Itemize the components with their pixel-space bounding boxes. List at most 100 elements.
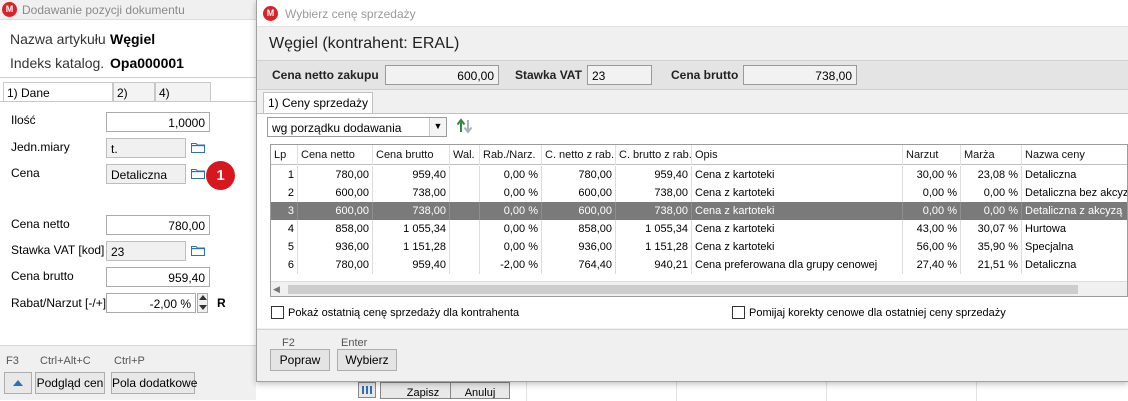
tab-sales-prices[interactable]: 1) Ceny sprzedaży	[263, 92, 374, 114]
table-cell: Cena z kartoteki	[692, 238, 903, 256]
show-last-price-label[interactable]: Pokaż ostatnią cenę sprzedaży dla kontra…	[288, 307, 519, 319]
quantity-label: Ilość	[11, 113, 36, 127]
gross-value: 738,00	[743, 65, 857, 85]
table-cell: 936,00	[542, 238, 616, 256]
grid-line	[976, 381, 977, 401]
tab-excise[interactable]: 4) Akcyza	[155, 82, 211, 114]
net-price-input[interactable]: 780,00	[106, 215, 210, 235]
col-header-lp[interactable]: Lp	[271, 145, 298, 165]
table-cell: 940,21	[616, 256, 692, 274]
table-header: Lp Cena netto Cena brutto Wal. Rab./Narz…	[271, 145, 1127, 165]
col-header-gross-after-discount[interactable]: C. brutto z rab.	[616, 145, 692, 165]
price-label: Cena	[11, 166, 40, 180]
table-row[interactable]: 6 780,00 959,40 -2,00 % 764,40 940,21 Cena pre…	[271, 256, 1127, 274]
collapse-button[interactable]	[4, 372, 32, 394]
col-header-net-price[interactable]: Cena netto	[298, 145, 373, 165]
app-logo-icon: M	[263, 6, 278, 21]
show-last-price-checkbox[interactable]	[271, 306, 284, 319]
spin-up-icon[interactable]	[199, 295, 207, 300]
columns-icon[interactable]	[358, 382, 376, 398]
table-row[interactable]: 5 936,00 1 151,28 0,00 % 936,00 1 151,28 Cena …	[271, 238, 1127, 256]
unit-field[interactable]: t.	[106, 138, 186, 158]
table-cell: Detaliczna	[1022, 166, 1127, 184]
grid-line	[526, 381, 527, 401]
vat-field[interactable]: 23	[106, 241, 186, 261]
preview-prices-button[interactable]: Podgląd cen	[35, 372, 105, 394]
table-cell: 738,00	[373, 184, 450, 202]
dialog-titlebar: M Wybierz cenę sprzedaży	[257, 0, 1128, 27]
extra-fields-button[interactable]: Pola dodatkowe	[111, 372, 197, 394]
background-titlebar: M Dodawanie pozycji dokumentu	[0, 0, 256, 20]
background-footer: F3 Ctrl+Alt+C Ctrl+P Podgląd cen Pola do…	[0, 345, 256, 400]
table-cell	[450, 184, 480, 202]
order-select[interactable]: wg porządku dodawania ▼	[267, 117, 447, 137]
background-window: M Dodawanie pozycji dokumentu Nazwa arty…	[0, 0, 256, 400]
scroll-left-icon[interactable]: ◀	[273, 284, 280, 295]
col-header-net-after-discount[interactable]: C. netto z rab.	[542, 145, 616, 165]
scroll-thumb[interactable]	[288, 285, 1078, 294]
divider	[0, 77, 256, 78]
article-name-value: Węgiel	[110, 31, 156, 47]
table-cell: 0,00 %	[480, 238, 542, 256]
col-header-discount[interactable]: Rab./Narz.	[480, 145, 542, 165]
table-cell: Specjalna	[1022, 238, 1127, 256]
table-cell: Cena z kartoteki	[692, 202, 903, 220]
dialog-heading: Węgiel (kontrahent: ERAL)	[269, 35, 460, 52]
col-header-gross-price[interactable]: Cena brutto	[373, 145, 450, 165]
chevron-down-icon[interactable]: ▼	[429, 118, 446, 136]
grid-line	[676, 381, 677, 401]
vat-rate-label: Stawka VAT	[515, 68, 582, 82]
table-cell: 738,00	[616, 202, 692, 220]
table-cell: 1	[271, 166, 298, 184]
table-cell: Cena z kartoteki	[692, 166, 903, 184]
price-folder-icon[interactable]	[191, 168, 205, 179]
gross-price-label: Cena brutto	[11, 269, 74, 283]
spin-down-icon[interactable]	[199, 305, 207, 310]
table-row[interactable]: 4 858,00 1 055,34 0,00 % 858,00 1 055,34 Cena …	[271, 220, 1127, 238]
tab-other[interactable]: 2) Inne	[113, 82, 155, 114]
price-summary-strip: Cena netto zakupu 600,00 Stawka VAT 23 C…	[257, 60, 1128, 90]
table-row[interactable]: 1 780,00 959,40 0,00 % 780,00 959,40 Cena z ka…	[271, 166, 1127, 184]
table-cell: 1 055,34	[373, 220, 450, 238]
background-window-title: Dodawanie pozycji dokumentu	[22, 3, 185, 17]
background-tabs: 1) Dane podstawowe 2) Inne 4) Akcyza	[0, 82, 256, 114]
shortcut-ctrl-alt-c: Ctrl+Alt+C	[40, 355, 91, 367]
tab-basic-data[interactable]: 1) Dane podstawowe	[3, 82, 113, 114]
col-header-margin[interactable]: Marża	[961, 145, 1022, 165]
table-cell: 21,51 %	[961, 256, 1022, 274]
table-cell	[450, 202, 480, 220]
sort-icon[interactable]	[456, 118, 474, 134]
gross-price-input[interactable]: 959,40	[106, 267, 210, 287]
background-grid-strip: Zapisz Anuluj	[256, 380, 1128, 401]
table-cell: 5	[271, 238, 298, 256]
catalog-index-label: Indeks katalog.	[10, 55, 105, 71]
skip-corrections-checkbox[interactable]	[732, 306, 745, 319]
table-cell: 0,00 %	[903, 184, 961, 202]
price-field[interactable]: Detaliczna	[106, 164, 186, 184]
table-cell: 0,00 %	[961, 184, 1022, 202]
order-select-value: wg porządku dodawania	[272, 121, 402, 135]
table-cell: Cena z kartoteki	[692, 220, 903, 238]
discount-spinner[interactable]	[197, 293, 208, 313]
col-header-markup[interactable]: Narzut	[903, 145, 961, 165]
table-row[interactable]: 2 600,00 738,00 0,00 % 600,00 738,00 Cena z ka…	[271, 184, 1127, 202]
col-header-price-name[interactable]: Nazwa ceny	[1022, 145, 1127, 165]
fix-button[interactable]: Popraw	[270, 349, 330, 371]
table-row[interactable]: 3 600,00 738,00 0,00 % 600,00 738,00 Cena z ka…	[271, 202, 1127, 220]
vat-folder-icon[interactable]	[191, 245, 205, 256]
unit-folder-icon[interactable]	[191, 142, 205, 153]
col-header-currency[interactable]: Wal.	[450, 145, 480, 165]
skip-corrections-label[interactable]: Pomijaj korekty cenowe dla ostatniej cen…	[749, 307, 1006, 319]
table-cell: 780,00	[298, 166, 373, 184]
table-cell: 600,00	[298, 202, 373, 220]
net-price-label: Cena netto	[11, 217, 70, 231]
quantity-input[interactable]: 1,0000	[106, 112, 210, 132]
select-price-dialog: M Wybierz cenę sprzedaży Węgiel (kontrah…	[256, 0, 1128, 382]
cancel-button[interactable]: Anuluj	[450, 382, 510, 399]
col-header-description[interactable]: Opis	[692, 145, 903, 165]
shortcut-ctrl-p: Ctrl+P	[114, 355, 145, 367]
table-cell: 780,00	[298, 256, 373, 274]
horizontal-scrollbar[interactable]: ◀	[271, 281, 1127, 296]
choose-button[interactable]: Wybierz	[337, 349, 397, 371]
discount-input[interactable]: -2,00 %	[106, 293, 196, 313]
